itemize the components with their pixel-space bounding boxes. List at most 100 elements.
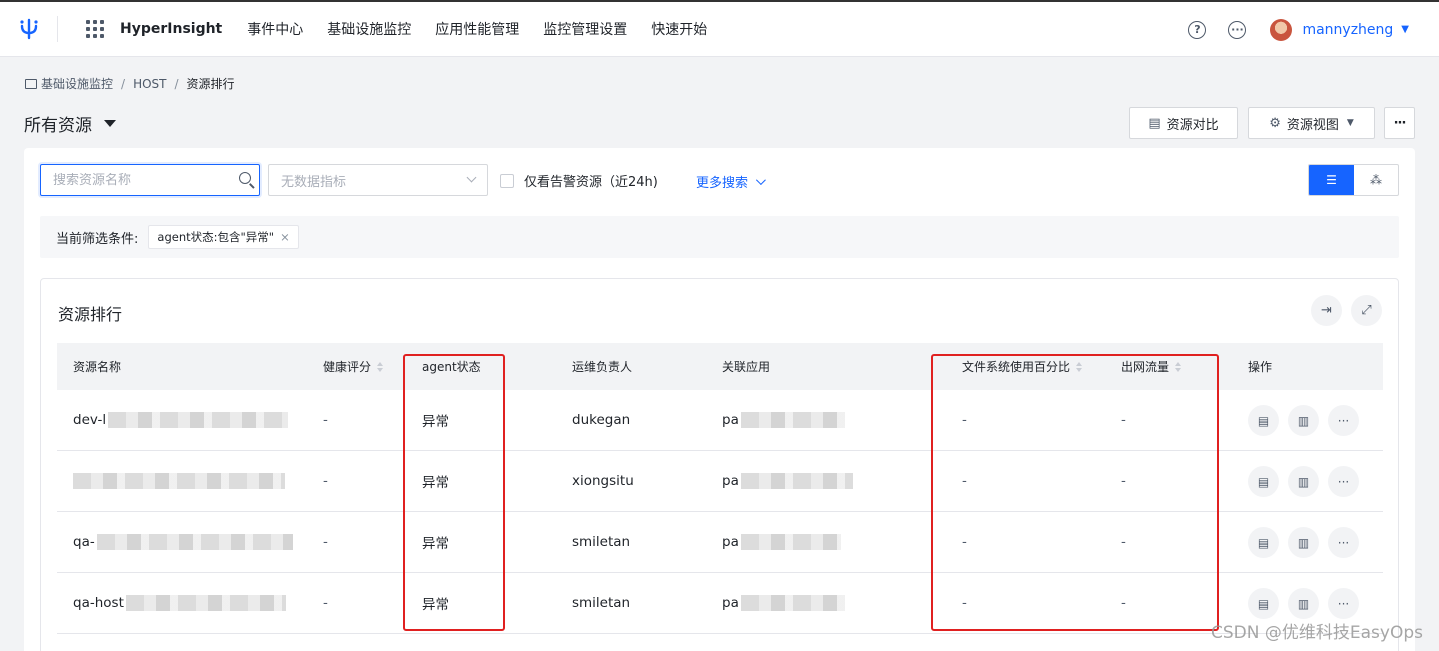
compare-label: 资源对比 (1166, 117, 1219, 133)
health-score-cell: - (323, 595, 328, 611)
nav-item-apm[interactable]: 应用性能管理 (435, 19, 519, 39)
metric-select[interactable]: 无数据指标 (268, 164, 488, 196)
redacted-text (740, 534, 841, 550)
related-app[interactable]: pa (722, 595, 739, 611)
resource-name-cell[interactable]: dev-l (73, 390, 289, 450)
breadcrumb-item[interactable]: HOST (133, 77, 166, 91)
logo-icon (19, 18, 38, 40)
compare-button[interactable]: ▤ 资源对比 (1129, 107, 1238, 139)
chevron-down-icon[interactable]: ▼ (1401, 24, 1409, 35)
chevron-down-icon: ▼ (1346, 118, 1354, 128)
ellipsis-icon[interactable]: ··· (1328, 588, 1359, 619)
ellipsis-icon: ··· (1393, 115, 1407, 131)
sort-icon[interactable] (377, 361, 384, 372)
nav-item-infra-monitor[interactable]: 基础设施监控 (327, 19, 411, 39)
page-title: 所有资源 (24, 116, 92, 136)
chevron-down-icon (755, 175, 766, 186)
health-score-cell: - (323, 473, 328, 489)
col-label: 资源名称 (73, 360, 122, 374)
redacted-text (96, 534, 293, 550)
resource-name[interactable]: qa- (73, 534, 95, 550)
col-label: 操作 (1248, 360, 1273, 374)
col-related-app: 关联应用 (722, 343, 770, 390)
ellipsis-icon[interactable]: ··· (1328, 466, 1359, 497)
list-view-button[interactable]: ☰ (1309, 165, 1354, 195)
related-app[interactable]: pa (722, 534, 739, 550)
export-button[interactable]: ⇥ (1311, 295, 1342, 326)
breadcrumb-separator: / (121, 76, 126, 91)
breadcrumb-item[interactable]: 基础设施监控 (41, 75, 113, 92)
filter-bar: 当前筛选条件: agent状态:包含"异常" × (40, 216, 1399, 258)
caret-down-icon (104, 120, 116, 127)
redacted-text (740, 473, 853, 489)
detail-icon[interactable]: ▤ (1248, 405, 1279, 436)
resource-name-cell[interactable] (73, 451, 285, 511)
owner-cell: smiletan (572, 595, 631, 611)
related-app-cell[interactable]: pa (722, 390, 845, 450)
more-search-link[interactable]: 更多搜索 (696, 172, 766, 191)
nav-item-quick-start[interactable]: 快速开始 (651, 19, 707, 39)
related-app-cell[interactable]: pa (722, 512, 841, 572)
card-title: 资源排行 (58, 305, 123, 324)
col-label: 运维负责人 (572, 360, 633, 374)
list-icon: ☰ (1326, 173, 1337, 187)
username[interactable]: mannyzheng (1302, 22, 1393, 38)
metric-select-placeholder: 无数据指标 (281, 174, 347, 190)
compare-icon: ▤ (1148, 115, 1161, 131)
resource-view-button[interactable]: ⚙ 资源视图 ▼ (1248, 107, 1375, 139)
related-app-cell[interactable]: pa (722, 451, 853, 511)
close-icon[interactable]: × (280, 230, 290, 244)
chart-icon[interactable]: ▥ (1288, 527, 1319, 558)
detail-icon[interactable]: ▤ (1248, 466, 1279, 497)
nav-item-monitor-settings[interactable]: 监控管理设置 (543, 19, 627, 39)
owner-cell: xiongsitu (572, 473, 634, 489)
message-icon[interactable]: ··· (1228, 20, 1247, 39)
chart-icon[interactable]: ▥ (1288, 405, 1319, 436)
detail-icon[interactable]: ▤ (1248, 588, 1279, 619)
app-grid-icon[interactable] (86, 20, 104, 38)
search-icon[interactable] (239, 172, 251, 184)
chart-icon[interactable]: ▥ (1288, 588, 1319, 619)
fullscreen-button[interactable]: ⤢ (1351, 295, 1382, 326)
ellipsis-icon[interactable]: ··· (1328, 527, 1359, 558)
brand-name[interactable]: HyperInsight (120, 21, 222, 37)
avatar[interactable] (1270, 18, 1293, 41)
logo[interactable] (0, 16, 58, 42)
breadcrumb-current: 资源排行 (186, 77, 235, 91)
col-owner: 运维负责人 (572, 343, 632, 390)
main-nav: 事件中心 基础设施监控 应用性能管理 监控管理设置 快速开始 (247, 19, 731, 39)
help-icon[interactable]: ? (1188, 20, 1207, 39)
filter-tag-text: agent状态:包含"异常" (157, 230, 275, 244)
more-search-label: 更多搜索 (696, 176, 749, 191)
resource-name[interactable]: qa-host (73, 595, 124, 611)
filter-tag[interactable]: agent状态:包含"异常" × (148, 225, 299, 249)
more-button[interactable]: ··· (1384, 107, 1415, 139)
nav-item-event-center[interactable]: 事件中心 (247, 19, 303, 39)
related-app[interactable]: pa (722, 412, 739, 428)
search-input[interactable] (53, 172, 223, 188)
highlight-box-metrics (931, 354, 1219, 631)
page-title-dropdown[interactable]: 所有资源 (24, 111, 116, 136)
resource-name[interactable]: dev-l (73, 412, 106, 428)
owner-cell: smiletan (572, 534, 631, 550)
redacted-text (108, 412, 289, 428)
col-health-score[interactable]: 健康评分 (323, 343, 384, 390)
highlight-box-agent-status (403, 354, 505, 631)
alert-only-checkbox[interactable]: 仅看告警资源（近24h) (500, 171, 658, 190)
col-label: 健康评分 (323, 360, 372, 374)
redacted-text (125, 595, 286, 611)
breadcrumb: 基础设施监控 / HOST / 资源排行 (25, 75, 235, 92)
checkbox[interactable] (500, 173, 514, 188)
chevron-down-icon (466, 172, 477, 183)
health-score-cell: - (323, 412, 328, 428)
related-app-cell[interactable]: pa (722, 573, 845, 633)
topology-view-button[interactable]: ⁂ (1354, 165, 1398, 195)
watermark: CSDN @优维科技EasyOps (1211, 623, 1423, 643)
related-app[interactable]: pa (722, 473, 739, 489)
detail-icon[interactable]: ▤ (1248, 527, 1279, 558)
resource-name-cell[interactable]: qa-host (73, 573, 286, 633)
search-input-wrapper[interactable] (40, 164, 260, 196)
resource-name-cell[interactable]: qa- (73, 512, 293, 572)
chart-icon[interactable]: ▥ (1288, 466, 1319, 497)
ellipsis-icon[interactable]: ··· (1328, 405, 1359, 436)
